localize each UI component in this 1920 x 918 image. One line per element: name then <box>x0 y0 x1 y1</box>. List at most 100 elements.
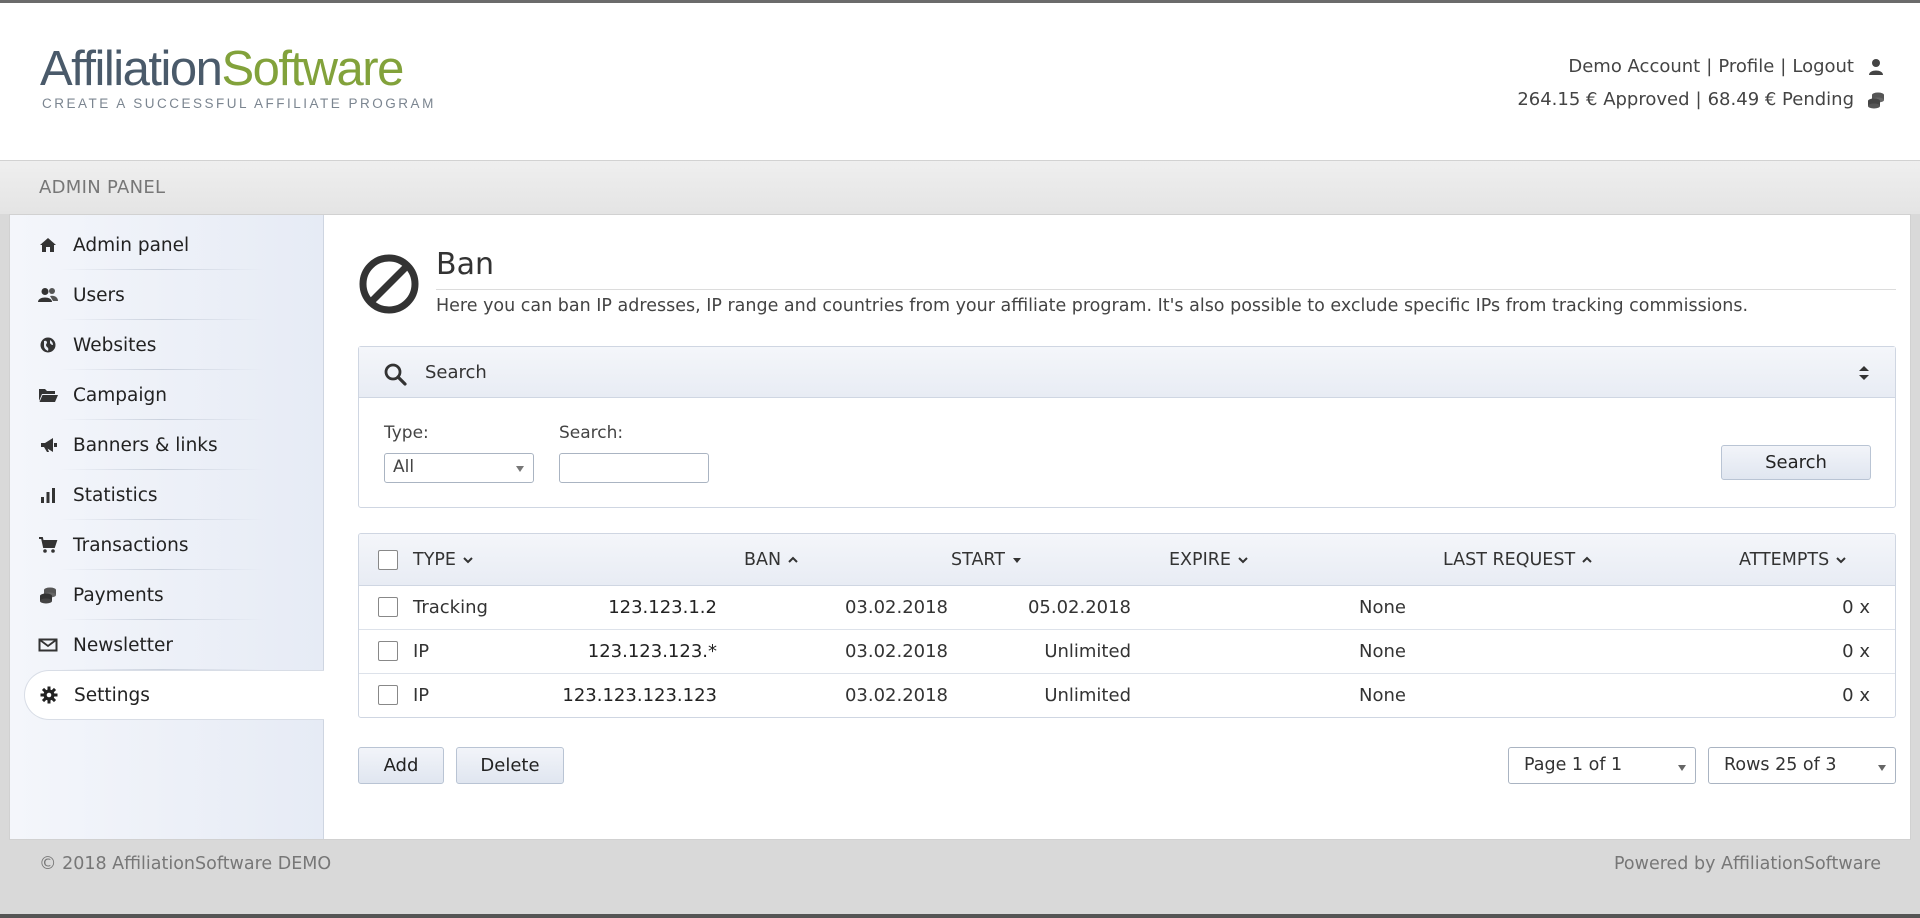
demo-account-link[interactable]: Demo Account <box>1568 50 1700 83</box>
panel-title: ADMIN PANEL <box>39 177 166 198</box>
column-label: LAST REQUEST <box>1443 550 1576 570</box>
sidebar: Admin panel Users Websites Campaign Bann <box>10 215 324 839</box>
separator: | <box>1695 89 1702 110</box>
logo[interactable]: AffiliationSoftware CREATE A SUCCESSFUL … <box>40 45 436 112</box>
type-label: Type: <box>384 423 429 443</box>
cell-expire: 05.02.2018 <box>1027 597 1131 618</box>
page-title: Ban <box>436 247 494 282</box>
sidebar-item-label: Settings <box>74 684 150 706</box>
user-box: Demo Account | Profile | Logout 264.15 €… <box>1517 50 1886 116</box>
search-panel: Search Type: All Search: Search <box>358 346 1896 508</box>
profile-link[interactable]: Profile <box>1718 50 1774 83</box>
cell-expire: Unlimited <box>1044 685 1131 706</box>
logo-tagline: CREATE A SUCCESSFUL AFFILIATE PROGRAM <box>42 96 436 111</box>
cell-ban: 123.123.1.2 <box>608 597 717 618</box>
users-icon <box>37 284 59 306</box>
sidebar-item-payments[interactable]: Payments <box>24 570 324 620</box>
column-label: ATTEMPTS <box>1739 550 1830 570</box>
footer-powered-link[interactable]: Powered by AffiliationSoftware <box>1614 854 1881 874</box>
footer-copyright: © 2018 AffiliationSoftware DEMO <box>39 854 332 874</box>
cell-attempts: 0 x <box>1842 597 1870 618</box>
sidebar-item-statistics[interactable]: Statistics <box>24 470 324 520</box>
logo-wordmark: AffiliationSoftware <box>40 45 436 94</box>
mail-icon <box>37 634 59 656</box>
approved-balance: 264.15 € Approved <box>1517 89 1690 110</box>
column-label: EXPIRE <box>1169 550 1231 570</box>
type-select[interactable]: All <box>384 453 534 483</box>
sidebar-item-label: Users <box>73 284 125 306</box>
column-header-last-request[interactable]: LAST REQUEST <box>1443 550 1593 570</box>
sidebar-item-newsletter[interactable]: Newsletter <box>24 620 324 670</box>
sidebar-item-banners-links[interactable]: Banners & links <box>24 420 324 470</box>
logo-part2: Software <box>221 42 404 96</box>
sidebar-item-transactions[interactable]: Transactions <box>24 520 324 570</box>
select-all-checkbox[interactable] <box>378 550 398 570</box>
search-input[interactable] <box>559 453 709 483</box>
column-header-ban[interactable]: BAN <box>744 550 799 570</box>
delete-button[interactable]: Delete <box>456 747 564 784</box>
table-row[interactable]: IP 123.123.123.* 03.02.2018 Unlimited No… <box>359 630 1895 674</box>
separator: | <box>1780 56 1787 77</box>
ban-table: TYPE BAN START EXPIRE LAST REQUEST ATTEM… <box>358 533 1896 718</box>
home-icon <box>37 234 59 256</box>
row-checkbox[interactable] <box>378 597 398 617</box>
sidebar-item-label: Admin panel <box>73 234 190 256</box>
globe-icon <box>37 334 59 356</box>
sidebar-item-label: Websites <box>73 334 157 356</box>
separator: | <box>1706 56 1713 77</box>
header: AffiliationSoftware CREATE A SUCCESSFUL … <box>0 3 1920 160</box>
page-select-value: Page 1 of 1 <box>1524 755 1623 775</box>
sidebar-item-settings[interactable]: Settings <box>24 670 324 720</box>
sidebar-item-label: Payments <box>73 584 164 606</box>
column-header-attempts[interactable]: ATTEMPTS <box>1739 550 1847 570</box>
user-links: Demo Account | Profile | Logout <box>1517 50 1886 83</box>
cell-last-request: None <box>1359 685 1406 706</box>
cell-type: IP <box>413 641 430 662</box>
search-panel-header[interactable]: Search <box>359 347 1895 398</box>
sidebar-item-admin-panel[interactable]: Admin panel <box>24 220 324 270</box>
cell-ban: 123.123.123.* <box>587 641 717 662</box>
bottom-border <box>0 914 1920 918</box>
column-header-type[interactable]: TYPE <box>413 550 474 570</box>
rows-select[interactable]: Rows 25 of 3 <box>1708 747 1896 784</box>
page-select[interactable]: Page 1 of 1 <box>1508 747 1696 784</box>
search-label: Search: <box>559 423 624 443</box>
sidebar-item-label: Campaign <box>73 384 167 406</box>
cell-expire: Unlimited <box>1044 641 1131 662</box>
pending-balance: 68.49 € Pending <box>1707 89 1854 110</box>
row-checkbox[interactable] <box>378 641 398 661</box>
column-header-expire[interactable]: EXPIRE <box>1169 550 1249 570</box>
cell-attempts: 0 x <box>1842 685 1870 706</box>
sidebar-item-label: Statistics <box>73 484 158 506</box>
folder-icon <box>37 384 59 406</box>
cell-last-request: None <box>1359 641 1406 662</box>
column-header-start[interactable]: START <box>951 550 1023 570</box>
search-icon <box>384 363 407 386</box>
chevron-down-icon <box>1238 557 1248 564</box>
coins-icon <box>1866 90 1886 110</box>
sidebar-item-campaign[interactable]: Campaign <box>24 370 324 420</box>
chevron-up-icon <box>788 556 798 563</box>
column-label: TYPE <box>413 550 456 570</box>
search-button[interactable]: Search <box>1721 445 1871 480</box>
cell-start: 03.02.2018 <box>844 641 948 662</box>
sort-toggle-icon[interactable] <box>1857 364 1871 382</box>
column-label: BAN <box>744 550 782 570</box>
sidebar-item-websites[interactable]: Websites <box>24 320 324 370</box>
balance-line: 264.15 € Approved | 68.49 € Pending <box>1517 83 1886 116</box>
logout-link[interactable]: Logout <box>1792 50 1854 83</box>
sidebar-item-users[interactable]: Users <box>24 270 324 320</box>
caret-down-icon <box>1013 558 1021 563</box>
chevron-down-icon <box>1878 765 1886 771</box>
table-row[interactable]: Tracking 123.123.1.2 03.02.2018 05.02.20… <box>359 586 1895 630</box>
sidebar-item-label: Newsletter <box>73 634 174 656</box>
row-checkbox[interactable] <box>378 685 398 705</box>
chevron-up-icon <box>1582 556 1592 563</box>
add-button[interactable]: Add <box>358 747 444 784</box>
bar-chart-icon <box>37 484 59 506</box>
page-description: Here you can ban IP adresses, IP range a… <box>436 296 1749 316</box>
sidebar-item-label: Banners & links <box>73 434 218 456</box>
chevron-down-icon <box>516 466 524 472</box>
table-header: TYPE BAN START EXPIRE LAST REQUEST ATTEM… <box>359 534 1895 586</box>
table-row[interactable]: IP 123.123.123.123 03.02.2018 Unlimited … <box>359 674 1895 717</box>
